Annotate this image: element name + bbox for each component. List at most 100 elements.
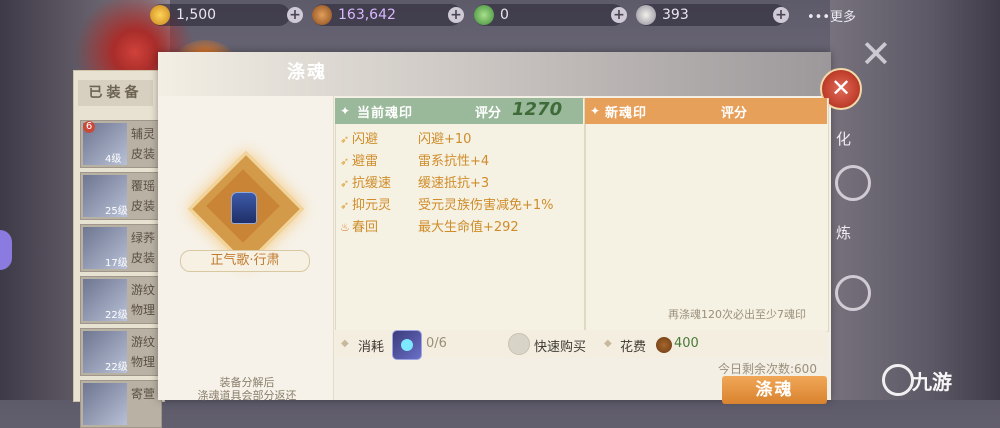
sparkle-icon: ✦ xyxy=(340,104,351,118)
attribute-name: 春回 xyxy=(352,220,379,235)
copper-coin-bag-icon xyxy=(312,5,332,25)
item-name: 辅灵 xyxy=(131,127,156,141)
bullet-icon: ◆ xyxy=(604,338,612,349)
attribute-icon: ➶ xyxy=(340,177,350,190)
equipped-item[interactable]: 22级 游纹 物理 xyxy=(80,328,162,376)
dialog-title: 涤魂 xyxy=(287,62,327,83)
more-button[interactable]: •••更多 xyxy=(807,6,856,25)
copper-coin-icon xyxy=(656,337,672,353)
attribute-icon: ➶ xyxy=(340,133,350,146)
equipped-item[interactable]: 6 4级 辅灵 皮装 xyxy=(80,120,162,168)
swirl-icon xyxy=(835,275,871,311)
decompose-hint: 装备分解后 涤魂道具会部分返还 xyxy=(172,376,322,402)
guarantee-hint: 再涤魂120次必出至少7魂印 xyxy=(668,308,806,321)
attribute-name: 抗缓速 xyxy=(352,176,392,191)
item-level: 25级 xyxy=(105,206,128,217)
new-soul-panel xyxy=(585,98,829,332)
attribute-value: 闪避+10 xyxy=(418,132,472,147)
armor-icon[interactable] xyxy=(231,192,257,224)
item-name-label: 正气歌·行肃 xyxy=(180,250,310,272)
flame-icon: ♨ xyxy=(340,221,350,234)
item-type: 皮装 xyxy=(131,251,156,265)
decompose-hint-line1: 装备分解后 xyxy=(219,376,275,389)
close-icon: ✕ xyxy=(830,74,852,102)
new-score-label: 评分 xyxy=(721,106,748,121)
equipped-item[interactable]: 寄萱 xyxy=(80,380,162,428)
attribute-row: ➶ 闪避 闪避+10 xyxy=(340,130,471,150)
gold-ingot-icon xyxy=(150,5,170,25)
item-level: 17级 xyxy=(105,258,128,269)
new-soul-header: ✦ 新魂印 评分 xyxy=(585,98,827,124)
item-name: 寄萱 xyxy=(131,387,156,401)
side-orb-handle[interactable] xyxy=(0,230,12,270)
attribute-name: 抑元灵 xyxy=(352,198,392,213)
sparkle-icon: ✦ xyxy=(590,104,601,118)
fee-label: 花费 xyxy=(620,340,647,355)
attribute-row: ♨ 春回 最大生命值+292 xyxy=(340,218,519,238)
item-type: 物理 xyxy=(131,355,156,369)
attribute-value: 缓速抵抗+3 xyxy=(418,176,490,191)
silver-token-icon xyxy=(636,5,656,25)
current-score-value: 1270 xyxy=(512,99,563,120)
quick-buy-label[interactable]: 快速购买 xyxy=(534,336,586,355)
item-name: 绿荞 xyxy=(131,231,156,245)
soul-wash-material-icon[interactable] xyxy=(392,330,422,360)
jade-token-icon xyxy=(474,5,494,25)
cross-ornament-icon: ✕ xyxy=(860,32,892,76)
attribute-value: 雷系抗性+4 xyxy=(418,154,490,169)
new-soul-title: 新魂印 xyxy=(605,106,648,121)
item-level: 22级 xyxy=(105,362,128,373)
consume-count: 0/6 xyxy=(426,336,447,351)
attribute-row: ➶ 避雷 雷系抗性+4 xyxy=(340,152,489,172)
add-gold-button[interactable]: + xyxy=(287,7,303,23)
item-type: 物理 xyxy=(131,303,156,317)
currency-gold: 1,500 xyxy=(150,4,290,26)
equipped-item[interactable]: 22级 游纹 物理 xyxy=(80,276,162,324)
currency-jade: 0 xyxy=(474,4,624,26)
item-type: 皮装 xyxy=(131,199,156,213)
bullet-icon: ◆ xyxy=(341,338,349,349)
equipped-item[interactable]: 25级 覆瑶 皮装 xyxy=(80,172,162,220)
attribute-row: ➶ 抗缓速 缓速抵抗+3 xyxy=(340,174,489,194)
currency-copper: 163,642 xyxy=(312,4,462,26)
add-jade-button[interactable]: + xyxy=(611,7,627,23)
equipped-tab[interactable]: 已装备 xyxy=(78,80,153,106)
quick-buy-checkbox[interactable] xyxy=(508,333,530,355)
item-name: 游纹 xyxy=(131,335,156,349)
currency-copper-value: 163,642 xyxy=(338,7,396,23)
current-score-label: 评分 xyxy=(475,106,502,121)
item-level: 4级 xyxy=(105,154,122,165)
remaining-count: 今日剩余次数:600 xyxy=(718,362,817,376)
decompose-hint-line2: 涤魂道具会部分返还 xyxy=(197,389,297,402)
attribute-name: 避雷 xyxy=(352,154,379,169)
fee-value: 400 xyxy=(674,336,699,351)
current-soul-title: 当前魂印 xyxy=(357,106,414,121)
currency-gold-value: 1,500 xyxy=(176,7,217,23)
item-badge: 6 xyxy=(83,121,95,133)
item-type: 皮装 xyxy=(131,147,156,161)
item-name: 游纹 xyxy=(131,283,156,297)
add-silver-button[interactable]: + xyxy=(773,7,789,23)
side-menu-item-lian[interactable]: 炼 xyxy=(836,222,851,243)
attribute-name: 闪避 xyxy=(352,132,379,147)
item-name: 覆瑶 xyxy=(131,179,156,193)
dialog-header xyxy=(158,52,831,96)
attribute-value: 最大生命值+292 xyxy=(418,220,519,235)
consume-label: 消耗 xyxy=(358,340,385,355)
equipment-thumbnail xyxy=(83,383,127,425)
currency-jade-value: 0 xyxy=(500,7,509,23)
current-soul-header: ✦ 当前魂印 评分 1270 xyxy=(335,98,583,124)
currency-silver-value: 393 xyxy=(662,7,689,23)
equipped-item[interactable]: 17级 绿荞 皮装 xyxy=(80,224,162,272)
currency-silver: 393 xyxy=(636,4,786,26)
item-level: 22级 xyxy=(105,310,128,321)
attribute-icon: ➶ xyxy=(340,199,350,212)
attribute-row: ➶ 抑元灵 受元灵族伤害减免+1% xyxy=(340,196,554,216)
watermark-text: 九游 xyxy=(912,370,952,394)
add-copper-button[interactable]: + xyxy=(448,7,464,23)
nine-game-logo-icon xyxy=(882,364,914,396)
side-menu-item-hua[interactable]: 化 xyxy=(836,128,851,149)
swirl-icon xyxy=(835,165,871,201)
attribute-icon: ➶ xyxy=(340,155,350,168)
attribute-value: 受元灵族伤害减免+1% xyxy=(418,198,554,213)
